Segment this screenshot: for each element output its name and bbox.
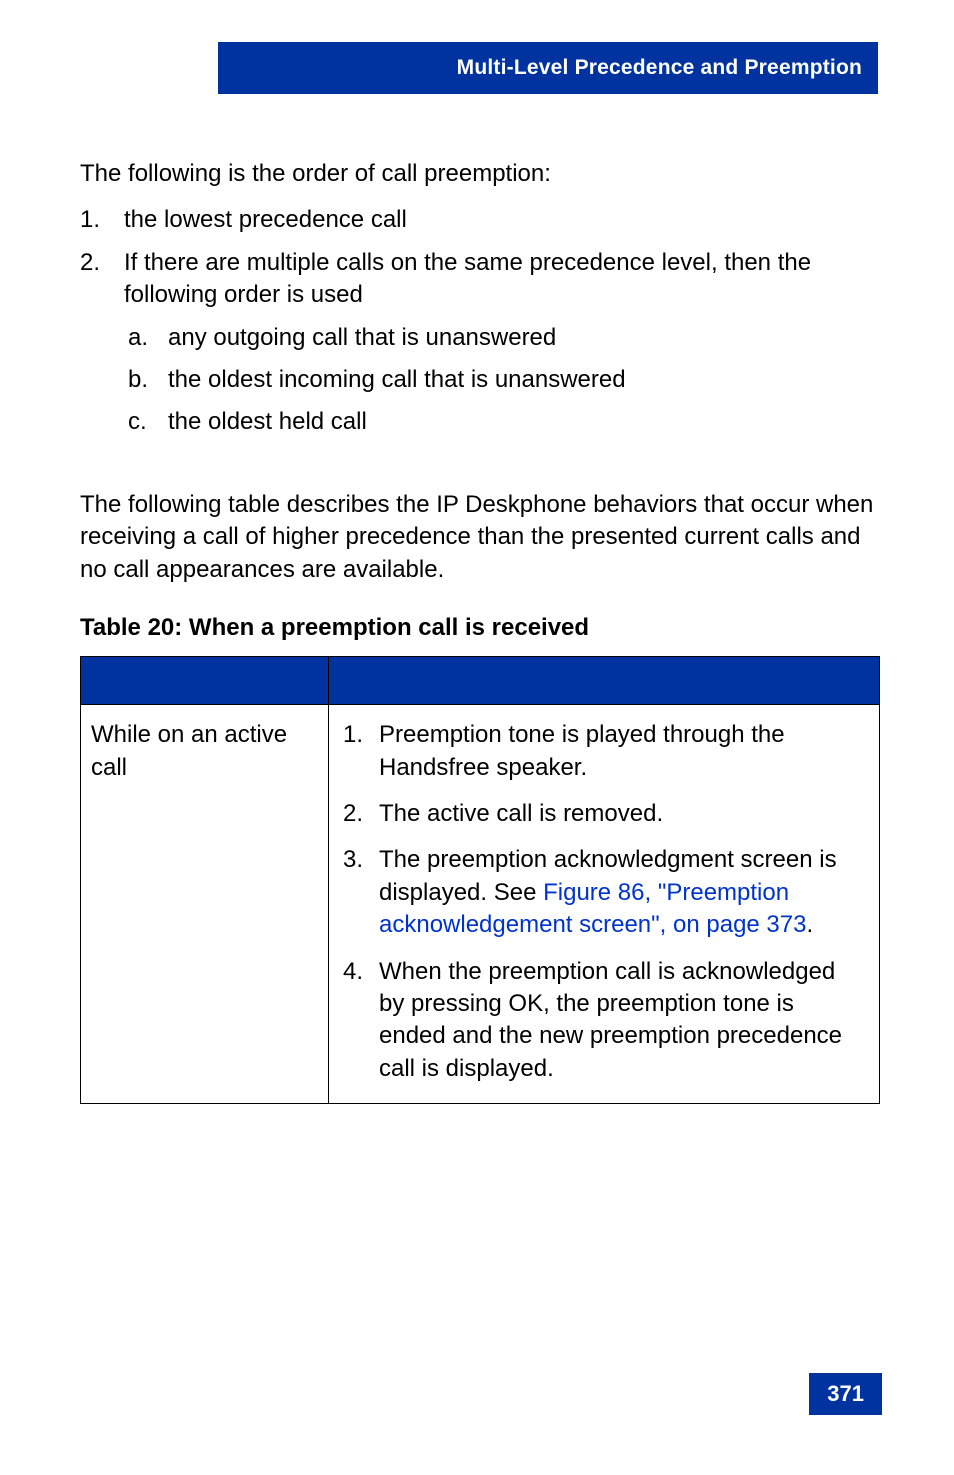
list-text: any outgoing call that is unanswered: [168, 322, 880, 354]
intro-preemption-order: The following is the order of call preem…: [80, 158, 880, 190]
text-after-link: .: [806, 911, 813, 938]
list-text: Preemption tone is played through the Ha…: [379, 719, 865, 784]
list-number: 2.: [343, 798, 379, 830]
table-caption: Table 20: When a preemption call is rece…: [80, 612, 880, 644]
table-row: While on an active call 1. Preemption to…: [81, 705, 880, 1104]
list-number: 1.: [80, 204, 124, 236]
table-header-cell: [81, 657, 329, 705]
list-item: a. any outgoing call that is unanswered: [124, 322, 880, 354]
preemption-table: While on an active call 1. Preemption to…: [80, 656, 880, 1104]
list-text: The preemption acknowledgment screen is …: [379, 844, 865, 941]
page: Multi-Level Precedence and Preemption Th…: [0, 0, 954, 1475]
list-item: b. the oldest incoming call that is unan…: [124, 364, 880, 396]
list-item: 1. Preemption tone is played through the…: [343, 719, 865, 784]
table-header-row: [81, 657, 880, 705]
list-text: the oldest incoming call that is unanswe…: [168, 364, 880, 396]
list-item: 2. The active call is removed.: [343, 798, 865, 830]
list-item: 4. When the preemption call is acknowled…: [343, 956, 865, 1086]
list-text: The active call is removed.: [379, 798, 865, 830]
list-number: a.: [124, 322, 168, 354]
list-text-inner: If there are multiple calls on the same …: [124, 249, 811, 308]
list-number: 3.: [343, 844, 379, 941]
header-bar: Multi-Level Precedence and Preemption: [218, 42, 878, 94]
table-cell-behavior: 1. Preemption tone is played through the…: [329, 705, 880, 1104]
list-text: the oldest held call: [168, 406, 880, 438]
list-text: When the preemption call is acknowledged…: [379, 956, 865, 1086]
list-number: 2.: [80, 247, 124, 449]
intro-table: The following table describes the IP Des…: [80, 489, 880, 586]
list-text: the lowest precedence call: [124, 204, 880, 236]
list-item: 3. The preemption acknowledgment screen …: [343, 844, 865, 941]
header-title: Multi-Level Precedence and Preemption: [457, 56, 862, 80]
list-item: 2. If there are multiple calls on the sa…: [80, 247, 880, 449]
list-item: 1. the lowest precedence call: [80, 204, 880, 236]
page-content: The following is the order of call preem…: [80, 158, 880, 1104]
list-text: If there are multiple calls on the same …: [124, 247, 880, 449]
list-item: c. the oldest held call: [124, 406, 880, 438]
list-number: 1.: [343, 719, 379, 784]
page-number: 371: [809, 1373, 882, 1415]
behavior-list: 1. Preemption tone is played through the…: [343, 719, 865, 1085]
table-cell-condition: While on an active call: [81, 705, 329, 1104]
list-number: c.: [124, 406, 168, 438]
table-header-cell: [329, 657, 880, 705]
preemption-order-list: 1. the lowest precedence call 2. If ther…: [80, 204, 880, 448]
list-number: b.: [124, 364, 168, 396]
list-number: 4.: [343, 956, 379, 1086]
sub-list: a. any outgoing call that is unanswered …: [124, 322, 880, 439]
